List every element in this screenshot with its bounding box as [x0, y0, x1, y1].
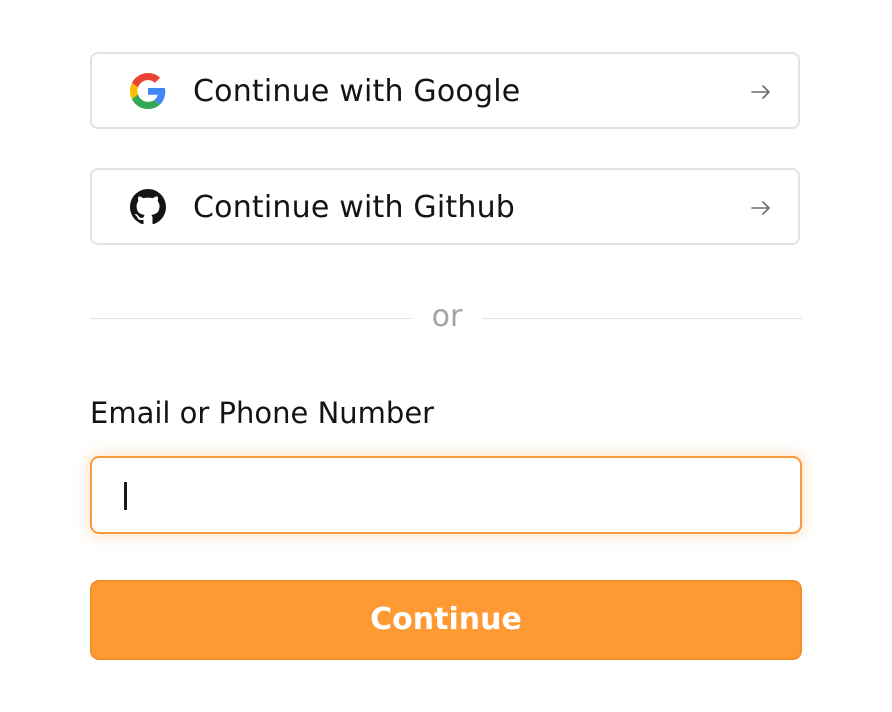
divider-or-text: or [431, 299, 463, 334]
divider-line-left [90, 318, 412, 319]
text-cursor [124, 482, 127, 510]
google-button-label: Continue with Google [193, 74, 521, 109]
continue-button[interactable]: Continue [90, 580, 802, 660]
arrow-right-icon [751, 201, 770, 215]
arrow-right-icon [751, 85, 770, 99]
github-icon [130, 189, 166, 225]
divider-line-right [482, 318, 802, 319]
continue-with-google-button[interactable]: Continue with Google [90, 52, 800, 129]
login-panel: Continue with Google Continue with Githu… [0, 0, 892, 712]
github-button-label: Continue with Github [193, 190, 516, 225]
email-or-phone-label: Email or Phone Number [90, 396, 435, 430]
continue-with-github-button[interactable]: Continue with Github [90, 168, 800, 245]
email-or-phone-field-wrapper [90, 456, 802, 534]
google-icon [130, 73, 166, 109]
email-or-phone-input[interactable] [92, 458, 800, 532]
